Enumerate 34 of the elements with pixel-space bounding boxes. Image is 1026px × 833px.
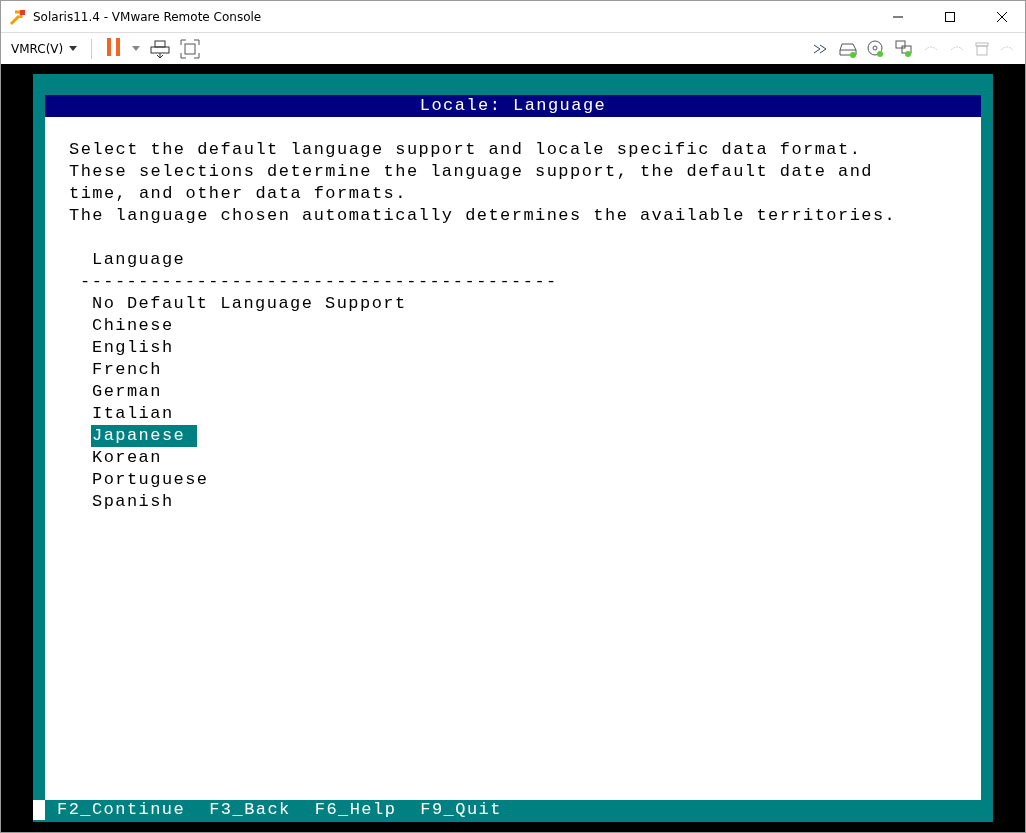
send-keys-icon[interactable] bbox=[150, 38, 171, 59]
description-line: Select the default language support and locale specific data format. bbox=[69, 139, 863, 161]
caret-icon[interactable] bbox=[69, 46, 78, 51]
language-option[interactable]: Portuguese bbox=[92, 469, 209, 491]
language-option[interactable]: English bbox=[92, 337, 174, 359]
function-key[interactable]: F2_Continue bbox=[57, 800, 186, 822]
description-line: time, and other data formats. bbox=[69, 183, 408, 205]
fullscreen-icon[interactable] bbox=[180, 38, 201, 59]
language-option[interactable]: Italian bbox=[92, 403, 174, 425]
language-option[interactable]: French bbox=[92, 359, 162, 381]
app-icon bbox=[9, 7, 27, 26]
function-key[interactable]: F3_Back bbox=[209, 800, 291, 822]
maximize-icon[interactable] bbox=[944, 10, 956, 23]
description-line: These selections determine the language support, the default date and bbox=[69, 161, 874, 183]
double-chevron-icon[interactable] bbox=[813, 42, 829, 55]
language-option[interactable]: Korean bbox=[92, 447, 162, 469]
language-option[interactable]: No Default Language Support bbox=[92, 293, 407, 315]
cursor-block bbox=[33, 800, 45, 820]
separator-line: ----------------------------------------- bbox=[79, 271, 559, 293]
window-title: Solaris11.4 - VMware Remote Console bbox=[33, 9, 262, 24]
network-icon[interactable] bbox=[895, 39, 913, 58]
vmrc-menu-button[interactable]: VMRC(V) bbox=[11, 41, 64, 56]
pause-icon[interactable] bbox=[106, 37, 123, 56]
description-line: The language chosen automatically determines the available territories. bbox=[69, 205, 898, 227]
screen-title: Locale: Language bbox=[45, 95, 981, 117]
function-key[interactable]: F9_Quit bbox=[420, 800, 502, 822]
language-option[interactable]: German bbox=[92, 381, 162, 403]
close-icon[interactable] bbox=[996, 10, 1008, 23]
disc-icon[interactable] bbox=[867, 39, 885, 58]
language-option[interactable]: Spanish bbox=[92, 491, 174, 513]
column-header: Language bbox=[91, 249, 187, 271]
language-option[interactable]: Japanese bbox=[91, 425, 198, 447]
function-key[interactable]: F6_Help bbox=[314, 800, 397, 822]
language-option[interactable]: Chinese bbox=[92, 315, 174, 337]
